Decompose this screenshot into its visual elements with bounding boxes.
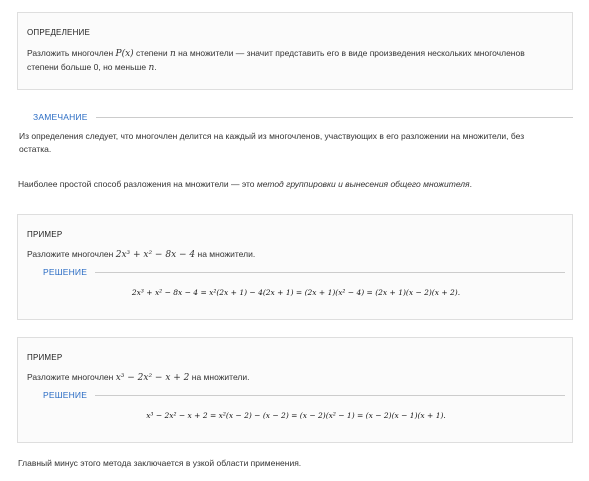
poly-p-x: P(x) [115, 49, 134, 59]
example-poly-2: x³ − 2x² − x + 2 [115, 373, 190, 383]
intro-text: Наиболее простой способ разложения на мн… [18, 179, 472, 189]
footer-text: Главный минус этого метода заключается в… [18, 458, 302, 468]
definition-text: Разложить многочлен P(x) степени n на мн… [27, 48, 525, 73]
solution-rule-2 [95, 394, 565, 396]
remark-label: ЗАМЕЧАНИЕ [33, 112, 88, 122]
remark-heading: ЗАМЕЧАНИЕ [33, 112, 573, 122]
solution-label-1: РЕШЕНИЕ [43, 267, 88, 277]
example-label-1: ПРИМЕР [27, 230, 63, 239]
example-poly-1: 2x³ + x² − 8x − 4 [115, 250, 196, 260]
definition-label: ОПРЕДЕЛЕНИЕ [27, 28, 91, 37]
example-box-1: ПРИМЕР Разложите многочлен 2x³ + x² − 8x… [17, 214, 573, 320]
solution-heading-2: РЕШЕНИЕ [43, 390, 565, 400]
remark-text: Из определения следует, что многочлен де… [19, 131, 525, 154]
remark-rule [95, 116, 573, 118]
solution-label-2: РЕШЕНИЕ [43, 390, 88, 400]
method-name: метод группировки и вынесения общего мно… [256, 179, 470, 189]
solution-rule-1 [95, 271, 565, 273]
example-label-2: ПРИМЕР [27, 353, 63, 362]
example-task-2: Разложите многочлен x³ − 2x² − x + 2 на … [27, 372, 250, 383]
solution-formula-1: 2x³ + x² − 8x − 4 = x²(2x + 1) − 4(2x + … [131, 288, 461, 297]
definition-box: ОПРЕДЕЛЕНИЕ Разложить многочлен P(x) сте… [17, 12, 573, 90]
example-box-2: ПРИМЕР Разложите многочлен x³ − 2x² − x … [17, 337, 573, 443]
example-task-1: Разложите многочлен 2x³ + x² − 8x − 4 на… [27, 249, 256, 260]
solution-heading-1: РЕШЕНИЕ [43, 267, 565, 277]
solution-formula-2: x³ − 2x² − x + 2 = x²(x − 2) − (x − 2) =… [146, 411, 446, 420]
